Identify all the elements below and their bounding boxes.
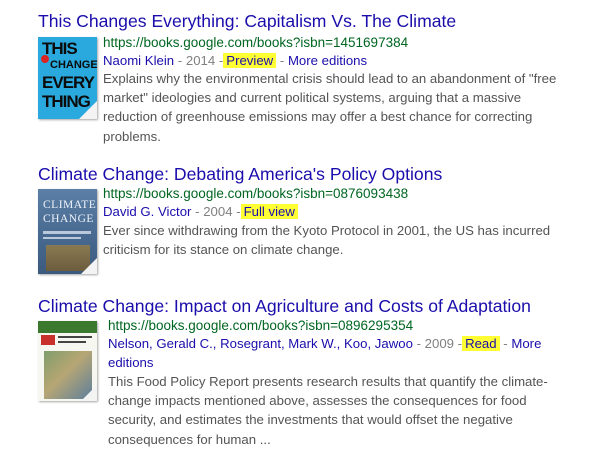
authors-links[interactable]: Nelson, Gerald C., Rosegrant, Mark W., K… [108,336,413,351]
separator: - [195,204,200,219]
more-editions-link[interactable]: editions [108,355,153,370]
snippet-line: consequences for human ... [108,431,271,447]
cover-word: CLIMATE [43,199,97,211]
more-editions-link[interactable]: More editions [288,53,367,68]
snippet-line: market" ideologies and current political… [103,90,522,106]
cover-text-line [58,336,92,338]
cover-text-line [43,231,91,234]
cover-word: EVERY [42,73,95,92]
snippet-line: This Food Policy Report presents researc… [108,374,548,389]
result-url[interactable]: https://books.google.com/books?isbn=1451… [103,35,408,50]
cover-badge [41,55,49,63]
separator: - [503,336,508,351]
snippet-line: reduction of greenhouse emissions may of… [103,109,533,125]
page-curl [81,385,97,401]
cover-text-line [43,237,81,239]
separator: - [177,53,183,68]
page-curl [79,101,97,119]
author-link[interactable]: David G. Victor [103,204,191,219]
cover-word: CHANGE [43,213,94,225]
book-cover-thumbnail[interactable] [38,321,97,401]
book-cover-thumbnail[interactable]: THIS CHANGES EVERY THING [38,37,97,119]
publish-year: 2009 [424,336,454,351]
snippet-line: criticism for its stance on climate chan… [103,242,344,258]
snippet-line: Explains why the environmental crisis sh… [103,71,557,86]
full-view-link[interactable]: Full view [240,204,298,219]
separator: - [279,53,285,68]
result-snippet: Ever since withdrawing from the Kyoto Pr… [103,221,598,259]
snippet-line: problems. [103,128,161,144]
result-meta-wrap: editions [108,353,153,372]
snippet-line: Ever since withdrawing from the Kyoto Pr… [103,223,551,238]
read-link[interactable]: Read [462,336,500,351]
result-meta: Nelson, Gerald C., Rosegrant, Mark W., K… [108,334,541,353]
snippet-line: change impacts mentioned above, assesses… [108,393,527,409]
separator: - [236,204,241,219]
result-url[interactable]: https://books.google.com/books?isbn=0896… [108,318,413,333]
preview-link[interactable]: Preview [223,53,277,68]
book-cover-thumbnail[interactable]: CLIMATE CHANGE [38,189,97,274]
publish-year: 2014 [185,53,216,68]
snippet-line: security, and estimates the investments … [108,412,513,428]
publish-year: 2004 [203,204,233,219]
author-link[interactable]: Naomi Klein [103,53,174,68]
result-snippet: Explains why the environmental crisis sh… [103,69,598,146]
result-url[interactable]: https://books.google.com/books?isbn=0876… [103,186,408,201]
result-title[interactable]: Climate Change: Impact on Agriculture an… [38,296,531,317]
result-meta: Naomi Klein - 2014 - Preview - More editi… [103,51,367,70]
result-meta: David G. Victor - 2004 - Full view [103,202,298,221]
cover-word: CHANGES [50,59,97,71]
more-editions-link[interactable]: More [511,336,541,351]
cover-text-line [58,341,86,343]
cover-band [38,321,97,333]
page-curl [81,258,97,274]
cover-logo [41,335,55,345]
result-snippet: This Food Policy Report presents researc… [108,372,603,449]
separator: - [416,336,421,351]
result-title[interactable]: This Changes Everything: Capitalism Vs. … [38,11,456,32]
result-title[interactable]: Climate Change: Debating America's Polic… [38,164,442,185]
